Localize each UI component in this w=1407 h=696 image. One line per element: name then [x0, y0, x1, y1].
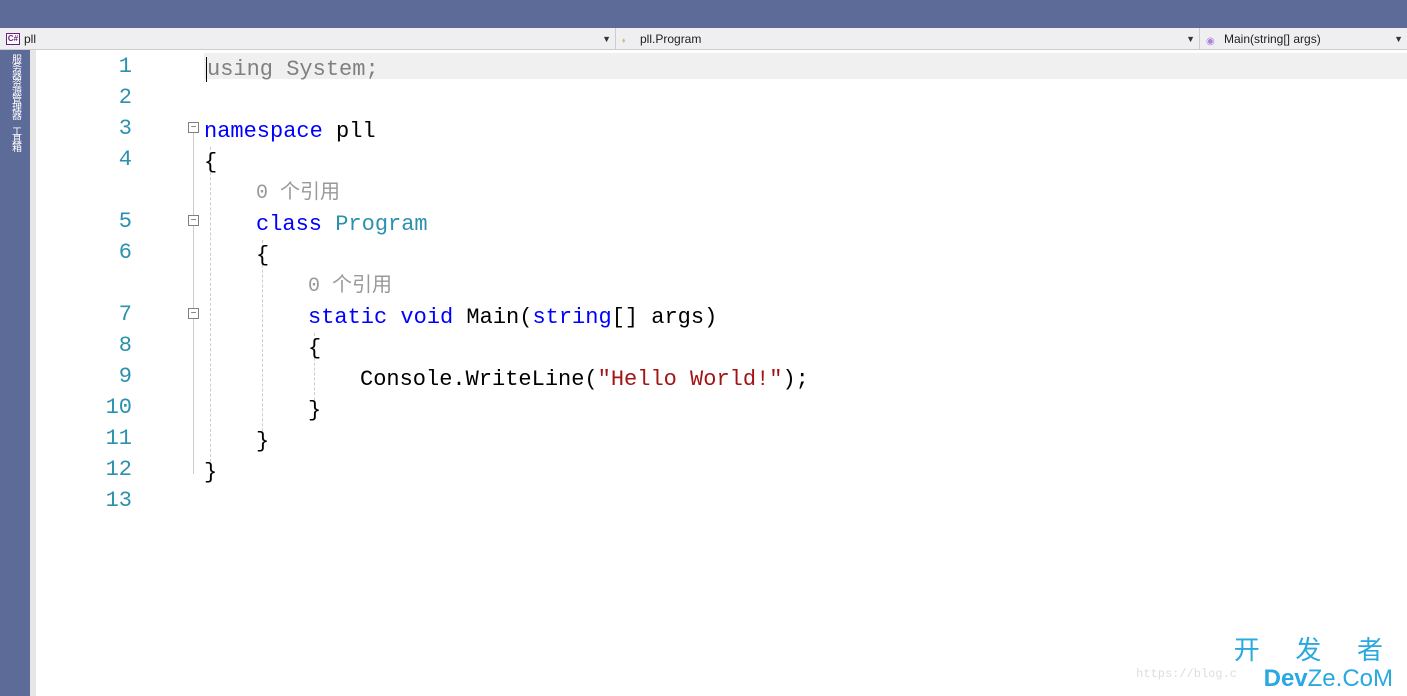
line-number: 5 — [92, 209, 132, 234]
nav-project-label: pll — [24, 32, 36, 46]
side-tab-server-explorer[interactable]: 服务器资源管理器 — [8, 52, 23, 120]
code-editor[interactable]: using System; namespace pll { 0 个引用 clas… — [204, 50, 1407, 696]
chevron-down-icon: ▼ — [1394, 34, 1403, 44]
csharp-icon: C# — [6, 33, 20, 45]
codelens[interactable]: 0 个引用 — [308, 271, 392, 302]
title-bar — [0, 0, 1407, 28]
editor-main: 服务器资源管理器 工具箱 1 2 3 4 5 6 7 8 9 10 11 12 … — [0, 50, 1407, 696]
code-line: { — [308, 333, 321, 364]
line-number: 6 — [92, 240, 132, 265]
indent-guide — [210, 147, 211, 477]
line-number: 1 — [92, 54, 132, 79]
code-line: using System; — [206, 54, 379, 85]
watermark-en: DevZe.CoM — [1264, 663, 1393, 694]
code-line: class Program — [256, 209, 428, 240]
code-line: { — [204, 147, 217, 178]
line-number: 11 — [92, 426, 132, 451]
fold-line — [193, 319, 194, 474]
nav-project-dropdown[interactable]: C# pll ▼ — [0, 28, 616, 49]
code-line: namespace pll — [204, 116, 376, 147]
fold-toggle[interactable]: − — [188, 122, 199, 133]
line-number: 13 — [92, 488, 132, 513]
navigation-bar: C# pll ▼ pll.Program ▼ Main(string[] arg… — [0, 28, 1407, 50]
fold-toggle[interactable]: − — [188, 308, 199, 319]
fold-line — [193, 133, 194, 215]
codelens[interactable]: 0 个引用 — [256, 178, 340, 209]
line-number: 10 — [92, 395, 132, 420]
nav-method-dropdown[interactable]: Main(string[] args) ▼ — [1200, 28, 1407, 49]
current-line-highlight — [204, 53, 1407, 79]
nav-class-label: pll.Program — [640, 32, 701, 46]
line-number: 7 — [92, 302, 132, 327]
code-line: } — [308, 395, 321, 426]
line-number: 3 — [92, 116, 132, 141]
chevron-down-icon: ▼ — [602, 34, 611, 44]
line-number: 12 — [92, 457, 132, 482]
side-tab-strip: 服务器资源管理器 工具箱 — [0, 50, 30, 696]
line-number: 8 — [92, 333, 132, 358]
nav-method-label: Main(string[] args) — [1224, 32, 1321, 46]
line-number: 9 — [92, 364, 132, 389]
code-line: Console.WriteLine("Hello World!"); — [360, 364, 809, 395]
fold-toggle[interactable]: − — [188, 215, 199, 226]
nav-class-dropdown[interactable]: pll.Program ▼ — [616, 28, 1200, 49]
gutter: 1 2 3 4 5 6 7 8 9 10 11 12 13 − − − — [36, 50, 204, 696]
class-icon — [622, 33, 636, 45]
chevron-down-icon: ▼ — [1186, 34, 1195, 44]
line-number: 2 — [92, 85, 132, 110]
method-icon — [1206, 33, 1220, 45]
code-line: static void Main(string[] args) — [308, 302, 717, 333]
watermark-faint: https://blog.c — [1136, 659, 1237, 690]
side-tab-toolbox[interactable]: 工具箱 — [8, 124, 23, 152]
code-line: } — [256, 426, 269, 457]
line-number: 4 — [92, 147, 132, 172]
fold-line — [193, 226, 194, 308]
code-line: } — [204, 457, 217, 488]
code-line: { — [256, 240, 269, 271]
